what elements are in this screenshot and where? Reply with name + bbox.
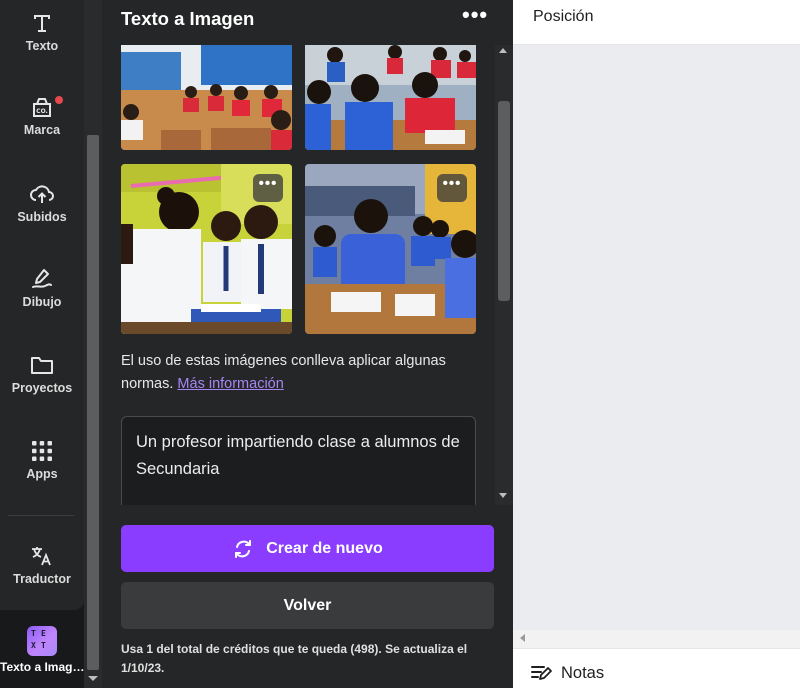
generated-image-2[interactable]: [305, 45, 476, 150]
sidebar-item-subidos[interactable]: Subidos: [0, 183, 84, 253]
folder-icon: [31, 357, 53, 374]
sidebar-item-label: Subidos: [17, 210, 67, 224]
text-to-image-icon: TE XT: [27, 626, 57, 656]
sidebar-item-dibujo[interactable]: Dibujo: [0, 268, 84, 338]
sidebar-item-marca[interactable]: CO. Marca: [0, 96, 84, 166]
rail-divider: [8, 515, 74, 516]
translate-icon: [32, 547, 51, 566]
notes-bar: Notas: [513, 648, 800, 688]
sidebar-item-label: Dibujo: [22, 295, 62, 309]
draw-icon: [32, 269, 52, 288]
sidebar-item-proyectos[interactable]: Proyectos: [0, 354, 84, 424]
generated-image-1[interactable]: [121, 45, 292, 150]
scroll-down-arrow-icon[interactable]: [88, 676, 98, 681]
cloud-upload-icon: [30, 185, 54, 203]
sidebar-item-label: Texto a Imag…: [0, 660, 85, 674]
panel-scrollbar-thumb[interactable]: [498, 101, 510, 301]
regenerate-label: Crear de nuevo: [266, 539, 383, 557]
sidebar-item-label: Marca: [23, 123, 61, 137]
sidebar-item-texto-a-imagen[interactable]: TE XT Texto a Imag…: [0, 618, 84, 688]
scroll-left-arrow-icon[interactable]: [520, 634, 525, 642]
sidebar-item-traductor[interactable]: Traductor: [0, 545, 84, 615]
notes-button[interactable]: Notas: [561, 664, 604, 683]
text-icon: [34, 15, 50, 32]
regenerate-button[interactable]: Crear de nuevo: [121, 525, 494, 572]
sidebar-scrollbar-thumb[interactable]: [87, 135, 99, 670]
generated-image-3[interactable]: •••: [121, 164, 292, 334]
sidebar-item-label: Traductor: [13, 572, 71, 586]
sidebar-item-apps[interactable]: Apps: [0, 440, 84, 510]
canvas-horizontal-scrollbar[interactable]: [513, 630, 800, 648]
left-rail: Texto CO. Marca Subidos Dibujo Proyectos: [0, 0, 84, 688]
generated-image-4[interactable]: •••: [305, 164, 476, 334]
brand-kit-icon: CO.: [33, 98, 51, 117]
image-options-button[interactable]: •••: [253, 174, 283, 202]
notes-icon: [531, 666, 552, 680]
more-info-link[interactable]: Más información: [177, 376, 283, 392]
svg-text:CO.: CO.: [36, 108, 48, 115]
sidebar-item-label: Proyectos: [11, 381, 73, 395]
credits-info: Usa 1 del total de créditos que te queda…: [121, 642, 468, 675]
sidebar-item-label: Apps: [26, 467, 58, 481]
apps-grid-icon: [32, 441, 52, 461]
panel-title: Texto a Imagen: [121, 8, 255, 29]
text-to-image-panel: Texto a Imagen ••• ••• ••• El uso de est…: [102, 0, 513, 688]
back-button[interactable]: Volver: [121, 582, 494, 629]
sidebar-item-label: Texto: [25, 39, 59, 53]
scroll-up-arrow-icon[interactable]: [499, 48, 507, 53]
image-options-button[interactable]: •••: [437, 174, 467, 202]
usage-notice: El uso de estas imágenes conlleva aplica…: [121, 350, 491, 396]
prompt-textarea[interactable]: Un profesor impartiendo clase a alumnos …: [121, 416, 476, 505]
position-button[interactable]: Posición: [533, 8, 593, 26]
scroll-down-arrow-icon[interactable]: [499, 493, 507, 498]
notification-dot: [55, 96, 63, 104]
back-label: Volver: [283, 596, 332, 614]
results-scroll-area[interactable]: ••• ••• El uso de estas imágenes conllev…: [102, 45, 513, 505]
more-options-icon[interactable]: •••: [462, 4, 488, 28]
design-canvas[interactable]: [513, 45, 800, 630]
editor-top-bar: Posición: [513, 0, 800, 45]
refresh-icon: [235, 539, 252, 558]
sidebar-item-texto[interactable]: Texto: [0, 12, 84, 82]
